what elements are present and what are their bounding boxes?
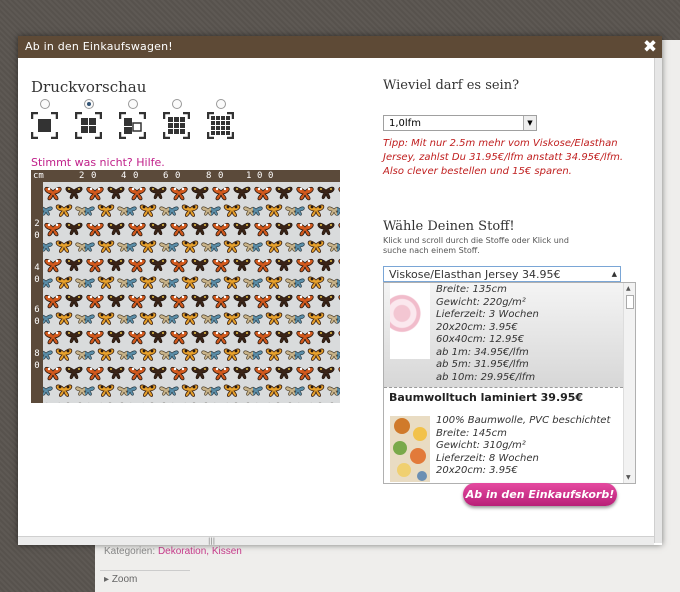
chevron-up-icon[interactable]: ▲ [612, 267, 617, 282]
fabric-list-item[interactable]: Breite: 135cm Gewicht: 220g/m² Lieferzei… [384, 283, 623, 388]
layout-offset-icon[interactable] [119, 112, 146, 139]
ruler-top-label: 0 [257, 171, 263, 181]
scroll-down-icon[interactable]: ▼ [626, 474, 631, 481]
fabric-thumbnail [390, 416, 430, 482]
ruler-left-label: 8 [34, 349, 40, 359]
dialog-title: Ab in den Einkaufswagen! [25, 40, 173, 53]
fabric-selected-value: Viskose/Elasthan Jersey 34.95€ [389, 268, 561, 281]
add-to-cart-button[interactable]: Ab in den Einkaufskorb! [463, 483, 617, 506]
close-icon[interactable]: ✖ [641, 37, 659, 57]
fabric-spec: 20x20cm: 3.95€ [436, 321, 518, 333]
fabric-thumbnail-image [390, 416, 430, 482]
fabric-spec: 20x20cm: 3.95€ [436, 465, 518, 476]
ruler-left-label: 0 [34, 317, 40, 327]
zoom-link[interactable]: ▸ Zoom [104, 574, 137, 585]
fabric-item-title[interactable]: Baumwolltuch laminiert 39.95€ [389, 391, 583, 404]
print-preview-pattern [43, 182, 340, 403]
fabric-spec: Lieferzeit: 3 Wochen [436, 309, 539, 320]
ruler-left-label: 6 [34, 305, 40, 315]
fabric-spec: Gewicht: 220g/m² [436, 296, 526, 308]
quantity-heading: Wieviel darf es sein? [383, 78, 520, 93]
categories-line: Kategorien: Dekoration, Kissen [104, 546, 242, 557]
savings-tip: Tipp: Mit nur 2.5m mehr vom Viskose/Elas… [383, 138, 623, 177]
ruler-top-label: 8 [206, 171, 212, 181]
fabric-list[interactable]: Breite: 135cm Gewicht: 220g/m² Lieferzei… [383, 282, 636, 484]
ruler-top-label: 0 [218, 171, 224, 181]
ruler-top-label: 0 [133, 171, 139, 181]
layout-radio-offset[interactable] [128, 99, 138, 109]
layout-4x4-icon[interactable] [207, 112, 234, 139]
fabric-select[interactable]: Viskose/Elasthan Jersey 34.95€ ▲ [383, 266, 621, 282]
ruler-top-label: 0 [175, 171, 181, 181]
scroll-thumb[interactable] [626, 295, 634, 309]
layout-radio-4x4[interactable] [216, 99, 226, 109]
layout-radio-single[interactable] [40, 99, 50, 109]
divider [100, 570, 190, 571]
ruler-left-label: 4 [34, 263, 40, 273]
categories-label: Kategorien: [104, 546, 156, 557]
dialog-titlebar: Ab in den Einkaufswagen! [18, 36, 662, 58]
add-to-cart-dialog: Ab in den Einkaufswagen! ✖ ||| Druckvors… [18, 36, 662, 545]
fabric-thumbnail [390, 283, 430, 359]
help-link[interactable]: Stimmt was nicht? Hilfe. [31, 156, 165, 169]
layout-3x3-icon[interactable] [163, 112, 190, 139]
ruler-top-label: 4 [121, 171, 127, 181]
dialog-horizontal-scrollbar[interactable]: ||| [18, 536, 654, 545]
fabric-hint: Klick und scroll durch die Stoffe oder K… [383, 236, 569, 255]
chevron-down-icon[interactable]: ▼ [523, 116, 536, 130]
ruler-top-label: 0 [91, 171, 97, 181]
ruler-unit: cm [33, 171, 44, 181]
fabric-spec: ab 10m: 29.95€/lfm [436, 371, 536, 383]
ruler-left: 2 0 4 0 6 0 8 0 [31, 182, 43, 403]
fabric-spec: Breite: 135cm [436, 284, 507, 295]
fabric-spec: ab 1m: 34.95€/lfm [436, 346, 529, 358]
fabric-spec: 100% Baumwolle, PVC beschichtet [436, 415, 611, 426]
quantity-selected-value: 1,0lfm [389, 118, 421, 129]
layout-single-icon[interactable] [31, 112, 58, 139]
ruler-top-label: 1 [246, 171, 252, 181]
fabric-heading: Wähle Deinen Stoff! [383, 219, 515, 234]
layout-2x2-icon[interactable] [75, 112, 102, 139]
dialog-scrollbar[interactable] [654, 58, 662, 543]
layout-radio-3x3[interactable] [172, 99, 182, 109]
ruler-top-label: 0 [268, 171, 274, 181]
fabric-spec: Lieferzeit: 8 Wochen [436, 452, 539, 464]
fabric-list-scrollbar[interactable]: ▲ ▼ [623, 283, 635, 483]
fabric-spec: Gewicht: 310g/m² [436, 440, 526, 451]
ruler-top-label: 6 [163, 171, 169, 181]
ruler-top-label: 2 [79, 171, 85, 181]
categories-links[interactable]: Dekoration, Kissen [158, 546, 242, 557]
fabric-spec: 60x40cm: 12.95€ [436, 334, 525, 345]
fabric-spec: Breite: 145cm [436, 427, 507, 439]
ruler-left-label: 0 [34, 231, 40, 241]
ruler-left-label: 2 [34, 219, 40, 229]
zoom-label: Zoom [111, 574, 138, 585]
preview-heading: Druckvorschau [31, 78, 147, 96]
scroll-grip-icon[interactable]: ||| [208, 538, 215, 545]
layout-radio-2x2[interactable] [84, 99, 94, 109]
ruler-top: cm 2 0 4 0 6 0 8 0 1 0 0 [31, 170, 340, 182]
ruler-left-label: 0 [34, 275, 40, 285]
fabric-spec: ab 5m: 31.95€/lfm [436, 359, 529, 370]
background-page-right [660, 40, 680, 545]
ruler-left-label: 0 [34, 361, 40, 371]
quantity-select[interactable]: 1,0lfm ▼ [383, 115, 537, 131]
scroll-up-icon[interactable]: ▲ [626, 285, 631, 292]
